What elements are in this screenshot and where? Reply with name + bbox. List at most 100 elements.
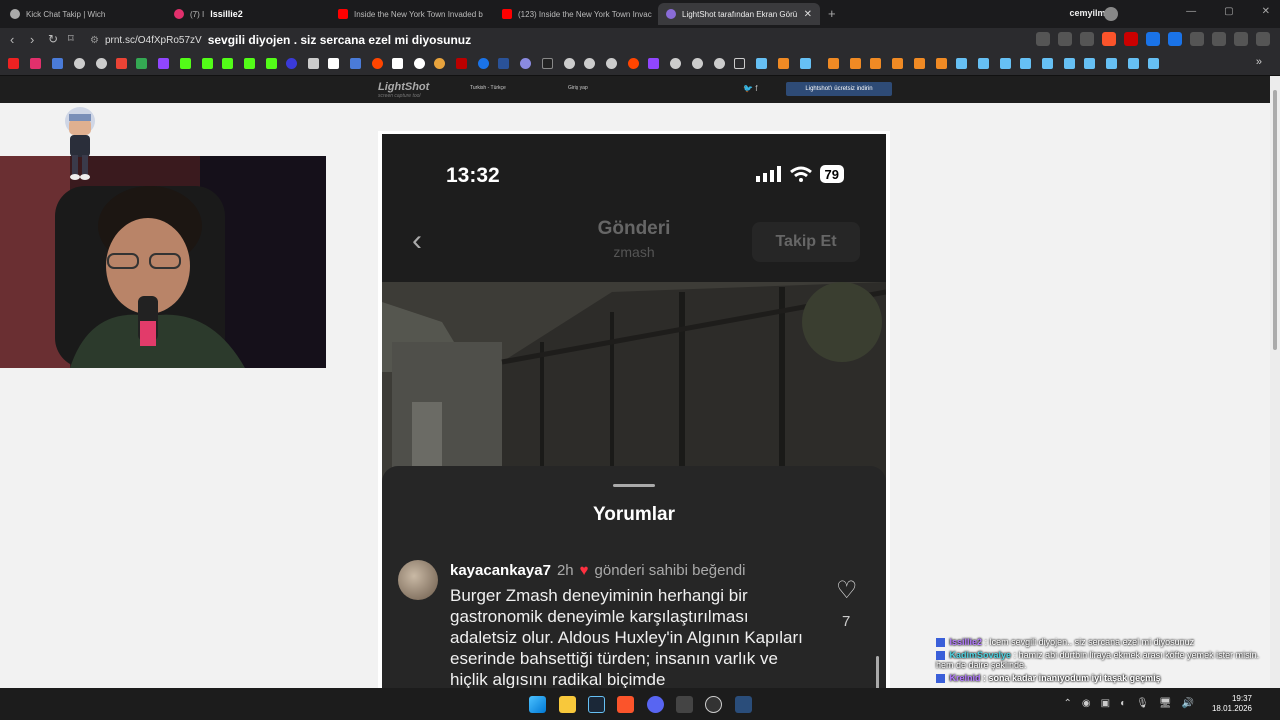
brave-icon[interactable]: [617, 696, 634, 713]
bookmark-icon[interactable]: [52, 58, 63, 69]
login-link[interactable]: Giriş yap: [568, 85, 588, 91]
gmail-bookmark-icon[interactable]: [116, 58, 127, 69]
microphone-icon[interactable]: 🎙: [1136, 698, 1149, 709]
back-icon[interactable]: ‹: [10, 32, 14, 47]
kick-bookmark-icon[interactable]: [266, 58, 277, 69]
bookmark-icon[interactable]: [870, 58, 881, 69]
file-explorer-icon[interactable]: [559, 696, 576, 713]
share-icon[interactable]: [1080, 32, 1094, 46]
extension-icon[interactable]: [1146, 32, 1160, 46]
commenter-username[interactable]: kayacankaya7: [450, 562, 551, 579]
url-bar[interactable]: ⚙ prnt.sc/O4fXpRo57zV sevgili diyojen . …: [90, 30, 910, 50]
bookmark-icon[interactable]: [828, 58, 839, 69]
new-tab-button[interactable]: +: [828, 6, 836, 21]
bookmark-icon[interactable]: [520, 58, 531, 69]
profile-avatar[interactable]: [1104, 7, 1118, 21]
bookmark-icon[interactable]: [74, 58, 85, 69]
tab-kick-chat[interactable]: Kick Chat Takip | Wich: [2, 3, 162, 25]
youtube-bookmark-icon[interactable]: [8, 58, 19, 69]
bookmark-icon[interactable]: [778, 58, 789, 69]
bookmark-icon[interactable]: [850, 58, 861, 69]
steam-tray-icon[interactable]: ◐: [1120, 698, 1126, 709]
menu-icon[interactable]: [1256, 32, 1270, 46]
steam-bookmark-icon[interactable]: [1064, 58, 1075, 69]
volume-icon[interactable]: 🔊: [1182, 698, 1194, 709]
close-window-icon[interactable]: ✕: [1262, 6, 1270, 17]
download-button[interactable]: Lightshot'ı ücretsiz indirin: [786, 82, 892, 96]
bookmark-icon[interactable]: [96, 58, 107, 69]
drive-bookmark-icon[interactable]: [136, 58, 147, 69]
bookmark-icon[interactable]: [914, 58, 925, 69]
more-bookmarks-icon[interactable]: »: [1256, 56, 1262, 68]
like-heart-icon[interactable]: ♡: [836, 576, 858, 605]
maximize-icon[interactable]: ▢: [1224, 6, 1233, 17]
bookmark-icon[interactable]: [350, 58, 361, 69]
lightshot-logo[interactable]: LightShot screen capture tool: [378, 81, 429, 99]
facebook-icon[interactable]: f: [755, 84, 757, 93]
instagram-bookmark-icon[interactable]: [30, 58, 41, 69]
puzzle-icon[interactable]: [1190, 32, 1204, 46]
x-bookmark-icon[interactable]: [328, 58, 339, 69]
media-icon[interactable]: [1234, 32, 1248, 46]
steam-bookmark-icon[interactable]: [756, 58, 767, 69]
page-scrollbar[interactable]: [1270, 76, 1280, 688]
kick-bookmark-icon[interactable]: [222, 58, 233, 69]
sheet-handle[interactable]: [613, 484, 655, 487]
bookmark-icon[interactable]: [584, 58, 595, 69]
bookmark-icon[interactable]: [308, 58, 319, 69]
bookmark-icon[interactable]: [892, 58, 903, 69]
bookmark-icon[interactable]: [670, 58, 681, 69]
app-icon[interactable]: [676, 696, 693, 713]
steam-bookmark-icon[interactable]: [956, 58, 967, 69]
taskbar-clock[interactable]: 19:37 18.01.2026: [1212, 694, 1252, 714]
tray-app-icon[interactable]: ▣: [1101, 698, 1110, 709]
extension-icon[interactable]: [1168, 32, 1182, 46]
steam-bookmark-icon[interactable]: [1128, 58, 1139, 69]
minimize-icon[interactable]: —: [1186, 6, 1196, 17]
site-info-icon[interactable]: ⚙: [90, 35, 99, 46]
extension-icon[interactable]: [1124, 32, 1138, 46]
follow-button[interactable]: Takip Et: [752, 222, 860, 262]
reload-icon[interactable]: ↻: [48, 32, 58, 46]
bookmark-icon[interactable]: [648, 58, 659, 69]
tab-instagram[interactable]: (7) I lssillie2: [166, 3, 326, 25]
start-icon[interactable]: [529, 696, 546, 713]
brave-shield-icon[interactable]: [1102, 32, 1116, 46]
kick-bookmark-icon[interactable]: [202, 58, 213, 69]
steam-bookmark-icon[interactable]: [1042, 58, 1053, 69]
language-select[interactable]: Turkish - Türkçe: [470, 85, 506, 91]
bookmark-icon[interactable]: [714, 58, 725, 69]
reddit-bookmark-icon[interactable]: [628, 58, 639, 69]
cast-icon[interactable]: [1058, 32, 1072, 46]
steam-bookmark-icon[interactable]: [1084, 58, 1095, 69]
sidebar-icon[interactable]: [1212, 32, 1226, 46]
steam-bookmark-icon[interactable]: [800, 58, 811, 69]
bookmark-icon[interactable]: [542, 58, 553, 69]
bookmark-icon[interactable]: [392, 58, 403, 69]
steam-icon[interactable]: [588, 696, 605, 713]
kick-bookmark-icon[interactable]: [244, 58, 255, 69]
bookmark-icon[interactable]: [414, 58, 425, 69]
steam-bookmark-icon[interactable]: [1000, 58, 1011, 69]
steam-bookmark-icon[interactable]: [1106, 58, 1117, 69]
zoom-icon[interactable]: [1036, 32, 1050, 46]
bookmark-icon[interactable]: [564, 58, 575, 69]
tab-youtube-1[interactable]: Inside the New York Town Invaded b: [330, 3, 490, 25]
bookmark-icon[interactable]: [692, 58, 703, 69]
bookmark-icon[interactable]: [434, 58, 445, 69]
bookmark-icon[interactable]: [478, 58, 489, 69]
kick-bookmark-icon[interactable]: [180, 58, 191, 69]
commenter-avatar[interactable]: [398, 560, 438, 600]
bookmark-icon[interactable]: [606, 58, 617, 69]
twitter-icon[interactable]: 🐦: [743, 84, 753, 93]
bookmark-icon[interactable]: [456, 58, 467, 69]
bookmark-icon[interactable]: [286, 58, 297, 69]
forward-icon[interactable]: ›: [30, 32, 34, 47]
app-icon[interactable]: [735, 696, 752, 713]
twitch-bookmark-icon[interactable]: [158, 58, 169, 69]
bookmark-icon[interactable]: [936, 58, 947, 69]
sheet-scrollbar[interactable]: [876, 656, 879, 691]
close-tab-icon[interactable]: ✕: [804, 9, 812, 20]
bookmark-icon[interactable]: ⌑: [68, 32, 74, 45]
steam-bookmark-icon[interactable]: [1148, 58, 1159, 69]
